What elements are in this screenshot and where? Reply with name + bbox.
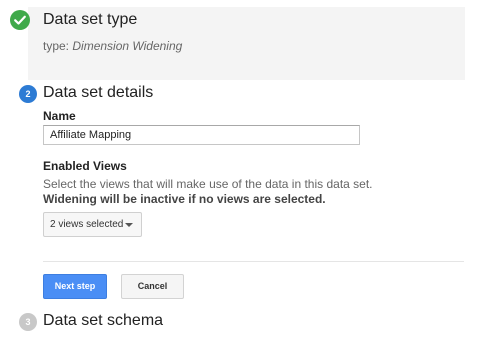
next-step-button[interactable]: Next step <box>43 274 107 299</box>
views-description-text: Select the views that will make use of t… <box>43 177 373 191</box>
step-3-number-badge: 3 <box>19 313 37 331</box>
enabled-views-label: Enabled Views <box>43 159 127 173</box>
chevron-down-icon <box>125 223 133 227</box>
cancel-button[interactable]: Cancel <box>121 274 184 299</box>
step-data-set-type-title[interactable]: Data set type <box>43 11 137 29</box>
name-input[interactable] <box>43 125 360 145</box>
divider <box>43 261 464 262</box>
views-select-value: 2 views selected <box>50 219 124 230</box>
type-prefix: type: <box>43 39 73 53</box>
step-data-set-details-title: Data set details <box>43 84 154 101</box>
step-data-set-schema-title: Data set schema <box>43 312 164 329</box>
enabled-views-description: Select the views that will make use of t… <box>43 177 373 207</box>
step-complete-check-icon <box>10 10 30 30</box>
data-set-wizard: Data set type type: Dimension Widening 2… <box>0 0 477 348</box>
step-2-number-badge: 2 <box>19 85 37 103</box>
type-value: Dimension Widening <box>72 39 183 53</box>
data-set-type-summary: type: Dimension Widening <box>43 39 182 53</box>
views-warning-text: Widening will be inactive if no views ar… <box>43 192 326 206</box>
views-select-dropdown[interactable]: 2 views selected <box>43 212 142 237</box>
name-field-label: Name <box>43 109 76 123</box>
